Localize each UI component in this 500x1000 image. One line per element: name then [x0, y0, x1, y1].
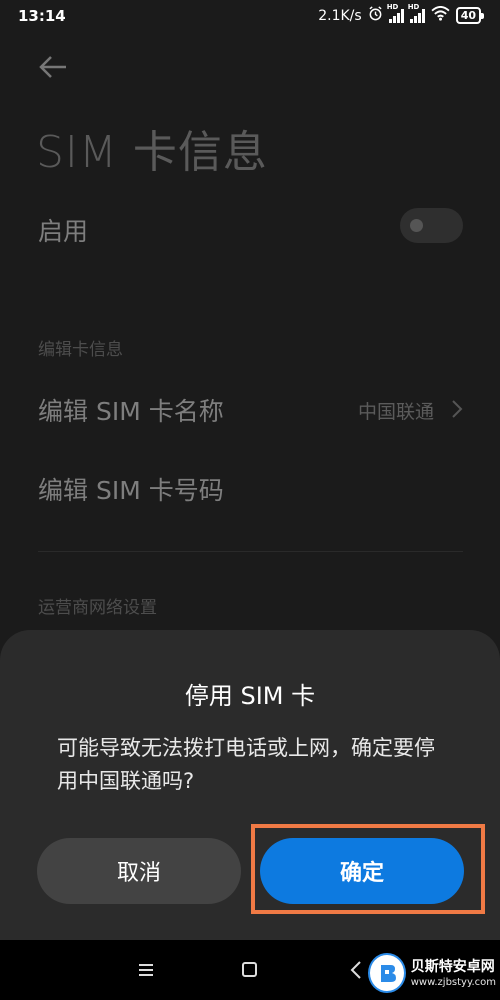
status-time: 13:14 [18, 7, 66, 25]
enable-toggle[interactable] [400, 208, 463, 243]
watermark: 贝斯特安卓网 www.zjbstyy.com [368, 950, 496, 996]
section-header-carrier: 运营商网络设置 [38, 598, 157, 618]
highlight-box [251, 824, 485, 914]
hd-tag: HD [407, 2, 420, 11]
status-icons: 2.1K/s HD HD 40 [318, 3, 484, 25]
toggle-knob [410, 219, 423, 232]
edit-sim-name-label: 编辑 SIM 卡名称 [38, 397, 224, 426]
back-arrow-icon[interactable] [36, 52, 70, 82]
signal-icon-2: HD [408, 3, 425, 23]
status-bar: 13:14 2.1K/s HD HD 40 [0, 0, 500, 34]
menu-icon[interactable] [139, 962, 153, 976]
watermark-title: 贝斯特安卓网 [410, 958, 495, 975]
wifi-icon [431, 6, 450, 25]
page-title: SIM 卡信息 [36, 127, 268, 178]
back-icon[interactable] [350, 961, 362, 979]
watermark-url: www.zjbstyy.com [410, 976, 496, 988]
watermark-text: 贝斯特安卓网 www.zjbstyy.com [411, 958, 496, 989]
dialog-title: 停用 SIM 卡 [184, 682, 316, 710]
edit-sim-number-row[interactable]: 编辑 SIM 卡号码 [38, 471, 224, 507]
hd-tag: HD [386, 2, 399, 11]
chevron-right-icon [450, 398, 464, 420]
network-speed: 2.1K/s [318, 7, 362, 24]
sim-name-value: 中国联通 [357, 401, 434, 423]
home-icon[interactable] [242, 962, 257, 977]
dialog-message: 可能导致无法拨打电话或上网，确定要停用中国联通吗? [57, 736, 435, 793]
enable-label: 启用 [38, 217, 89, 246]
divider [38, 551, 463, 552]
battery-level: 40 [455, 7, 481, 24]
watermark-logo-icon [368, 953, 406, 993]
section-header-edit: 编辑卡信息 [38, 340, 123, 360]
battery-icon: 40 [455, 7, 484, 24]
cancel-button[interactable]: 取消 [37, 838, 241, 904]
alarm-icon [368, 6, 383, 25]
signal-icon-1: HD [387, 3, 404, 23]
